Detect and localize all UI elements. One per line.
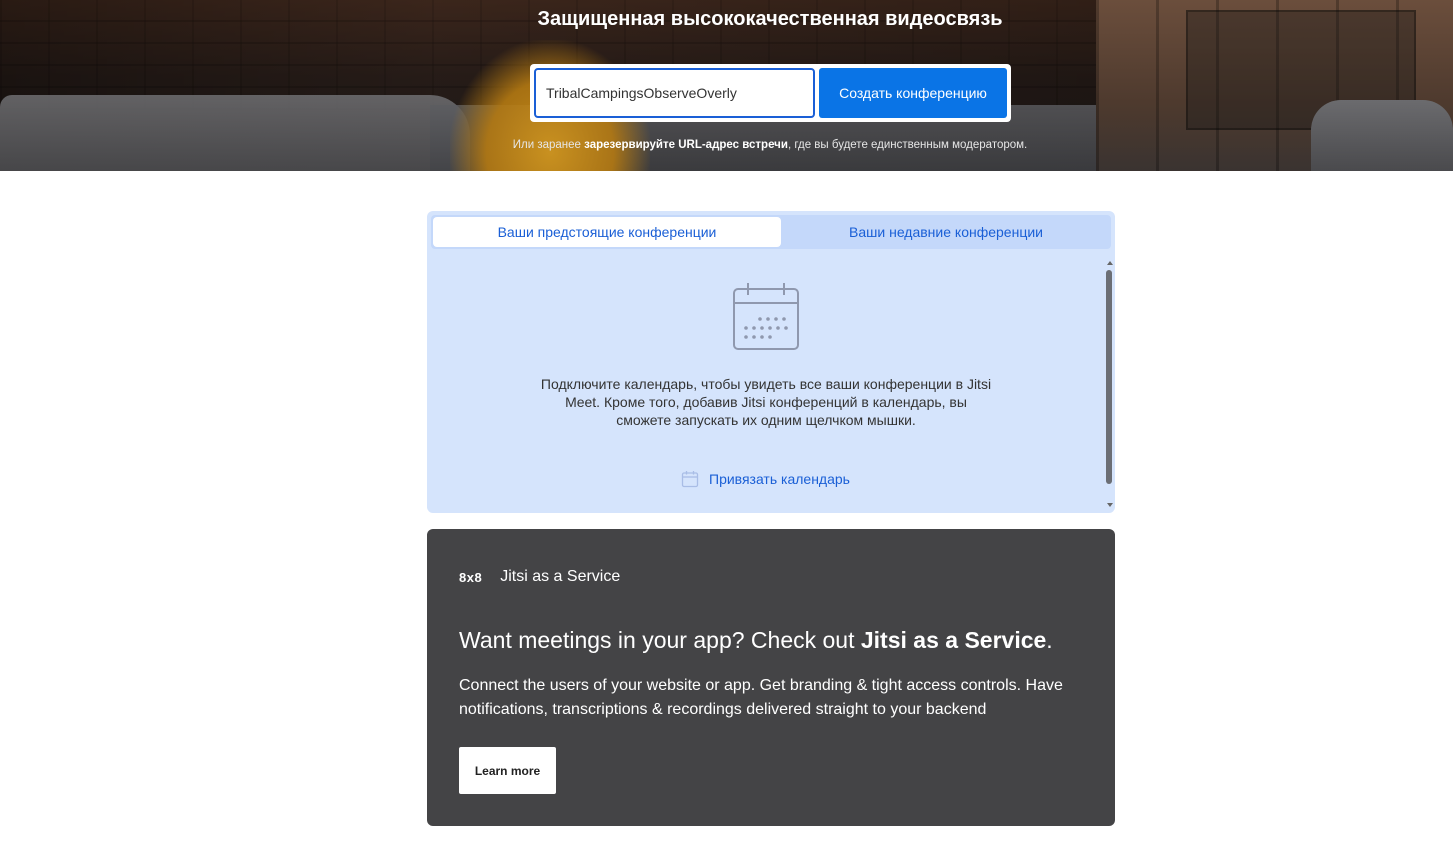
reserve-url-link[interactable]: зарезервируйте URL-адрес встречи bbox=[584, 139, 788, 151]
hero-banner: Защищенная высококачественная видеосвязь… bbox=[0, 0, 1453, 171]
tab-recent-meetings[interactable]: Ваши недавние конференции bbox=[783, 217, 1109, 247]
learn-more-button[interactable]: Learn more bbox=[459, 747, 556, 794]
scroll-up-arrow-icon[interactable] bbox=[1107, 261, 1113, 265]
promo-brand: 8x8 Jitsi as a Service bbox=[459, 567, 620, 587]
hint-prefix: Или заранее bbox=[512, 139, 585, 151]
calendar-icon bbox=[733, 283, 799, 350]
meetings-tabs: Ваши предстоящие конференции Ваши недавн… bbox=[431, 215, 1111, 249]
meetings-panel: Ваши предстоящие конференции Ваши недавн… bbox=[427, 211, 1115, 513]
hero-background-sofa bbox=[0, 95, 470, 171]
promo-brand-name: Jitsi as a Service bbox=[500, 568, 621, 585]
create-conference-button[interactable]: Создать конференцию bbox=[819, 68, 1007, 118]
connect-calendar-link[interactable]: Привязать календарь bbox=[681, 469, 850, 489]
hint-suffix: , где вы будете единственным модератором… bbox=[787, 139, 1028, 151]
hero-title: Защищенная высококачественная видеосвязь bbox=[537, 8, 1003, 30]
scroll-down-arrow-icon[interactable] bbox=[1107, 503, 1113, 507]
calendar-small-icon bbox=[681, 471, 699, 488]
hero-hint: Или заранее зарезервируйте URL-адрес вст… bbox=[430, 139, 1110, 151]
promo-title-suffix: . bbox=[1046, 627, 1053, 653]
connect-calendar-label: Привязать календарь bbox=[709, 471, 850, 487]
scroll-thumb[interactable] bbox=[1106, 270, 1112, 484]
calendar-empty-state: Подключите календарь, чтобы увидеть все … bbox=[427, 255, 1105, 513]
8x8-logo-icon: 8x8 bbox=[459, 569, 483, 585]
calendar-message: Подключите календарь, чтобы увидеть все … bbox=[540, 376, 992, 428]
tab-upcoming-meetings[interactable]: Ваши предстоящие конференции bbox=[433, 217, 781, 247]
room-name-input[interactable] bbox=[534, 68, 815, 118]
hero-background-chair bbox=[1311, 100, 1453, 171]
hero-background-right-panel bbox=[1096, 0, 1453, 171]
promo-title-prefix: Want meetings in your app? Check out bbox=[459, 627, 861, 653]
promo-title-bold: Jitsi as a Service bbox=[860, 627, 1047, 653]
promo-description: Connect the users of your website or app… bbox=[459, 677, 1063, 718]
promo-title: Want meetings in your app? Check out Jit… bbox=[459, 627, 1099, 654]
calendar-scrollbar[interactable] bbox=[1106, 261, 1114, 507]
jaas-promo-card: 8x8 Jitsi as a Service Want meetings in … bbox=[427, 529, 1115, 826]
enter-room-box: Создать конференцию bbox=[530, 64, 1011, 122]
